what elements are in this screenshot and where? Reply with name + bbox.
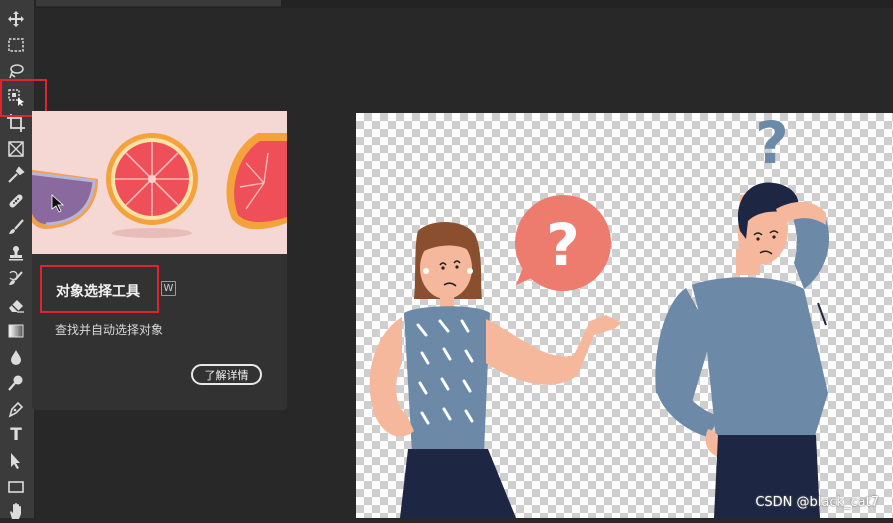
hand-icon[interactable] bbox=[3, 499, 29, 523]
dodge-icon[interactable] bbox=[3, 371, 29, 395]
man-figure bbox=[655, 182, 830, 518]
tooltip-title: 对象选择工具 bbox=[56, 284, 140, 300]
speech-bubble: ? bbox=[515, 195, 611, 291]
history-brush-icon[interactable] bbox=[3, 267, 29, 291]
path-selection-icon[interactable] bbox=[3, 449, 29, 473]
type-icon[interactable]: T bbox=[3, 423, 29, 447]
watermark-text: CSDN @black_cat7 bbox=[755, 495, 879, 510]
tooltip-description: 查找并自动选择对象 bbox=[55, 323, 164, 337]
document-tab-strip bbox=[36, 0, 281, 7]
brush-icon[interactable] bbox=[3, 215, 29, 239]
rectangular-marquee-icon[interactable] bbox=[3, 33, 29, 57]
frame-icon[interactable] bbox=[3, 137, 29, 161]
gradient-icon[interactable] bbox=[3, 319, 29, 343]
blur-icon[interactable] bbox=[3, 345, 29, 369]
learn-more-button[interactable]: 了解详情 bbox=[191, 364, 262, 385]
pen-icon[interactable] bbox=[3, 397, 29, 421]
canvas-artwork: ? ? bbox=[369, 109, 830, 518]
healing-brush-icon[interactable] bbox=[3, 189, 29, 213]
tooltip-preview-image bbox=[32, 111, 287, 254]
rectangle-shape-icon[interactable] bbox=[3, 475, 29, 499]
shortcut-key-badge: W bbox=[161, 281, 176, 296]
move-icon[interactable] bbox=[3, 7, 29, 31]
eraser-icon[interactable] bbox=[3, 293, 29, 317]
bubble-question-mark: ? bbox=[546, 211, 580, 279]
tools-panel: T bbox=[0, 0, 35, 519]
eyedropper-icon[interactable] bbox=[3, 163, 29, 187]
clone-stamp-icon[interactable] bbox=[3, 241, 29, 265]
floating-question-mark: ? bbox=[755, 113, 789, 177]
document-canvas[interactable]: ? ? bbox=[356, 109, 893, 518]
tool-tooltip: 对象选择工具 W 查找并自动选择对象 了解详情 bbox=[32, 111, 287, 410]
